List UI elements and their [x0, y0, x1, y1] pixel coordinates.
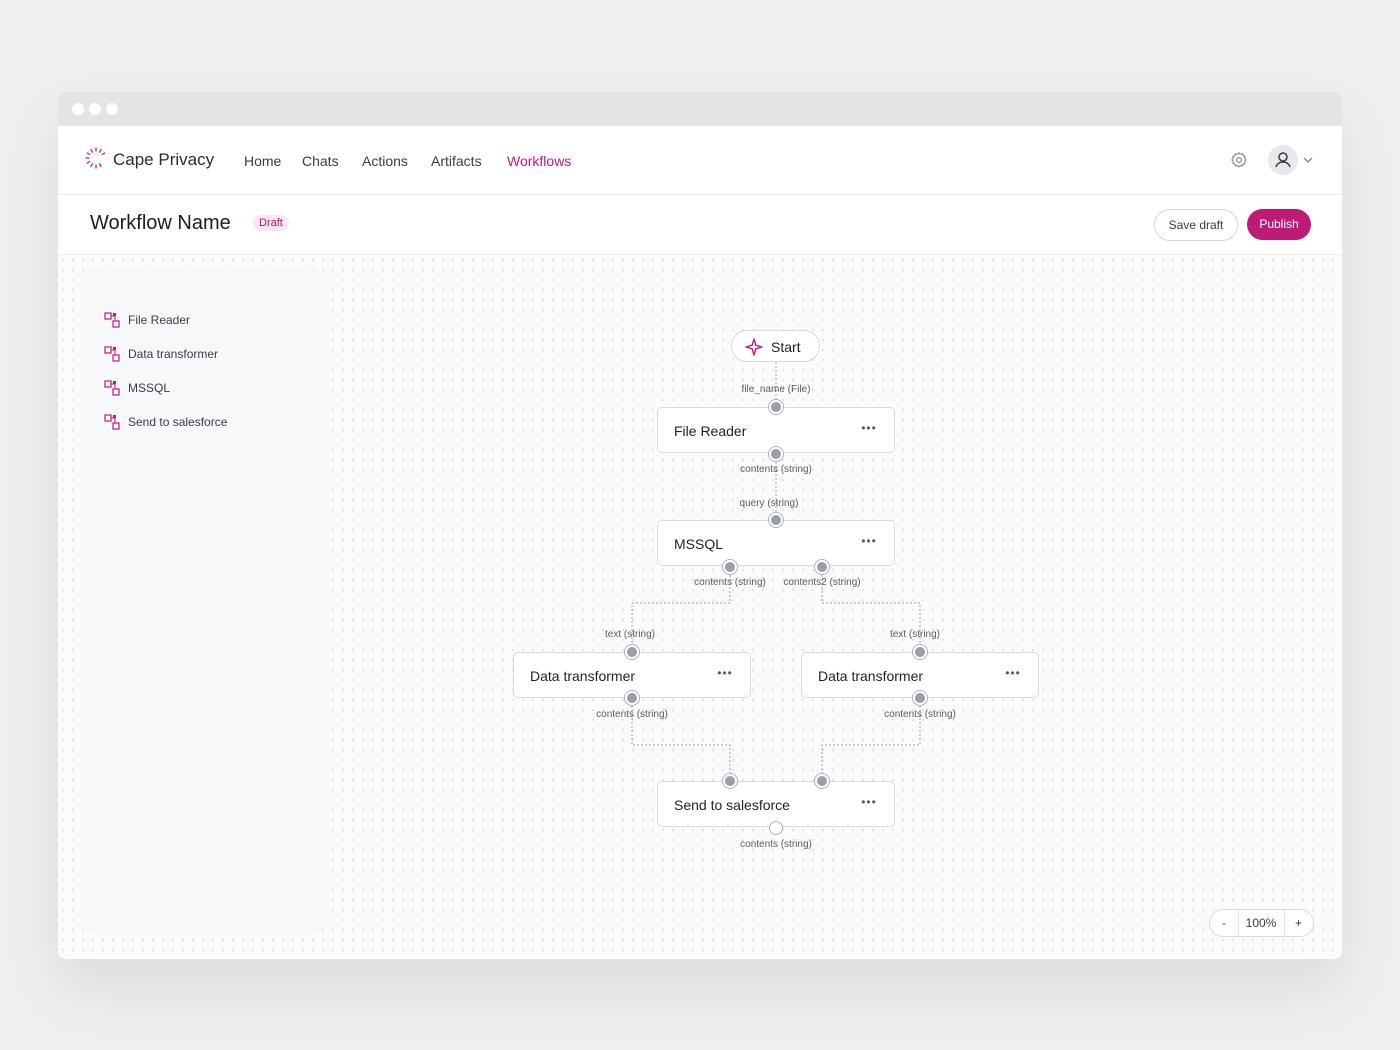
output-port[interactable]	[625, 691, 639, 705]
window-titlebar	[58, 92, 1342, 126]
input-port[interactable]	[769, 513, 783, 527]
nav-artifacts[interactable]: Artifacts	[431, 153, 482, 169]
more-options-icon[interactable]: •••	[860, 534, 878, 552]
window-dot-maximize[interactable]	[106, 103, 118, 115]
more-options-icon[interactable]: •••	[1004, 666, 1022, 684]
port-label-contents2: contents2 (string)	[783, 577, 861, 588]
zoom-in-button[interactable]: +	[1284, 910, 1313, 936]
output-port[interactable]	[723, 560, 737, 574]
start-node-label: Start	[771, 339, 801, 355]
app-window: Cape Privacy Home Chats Actions Artifact…	[58, 92, 1342, 959]
window-dot-close[interactable]	[72, 103, 84, 115]
save-draft-button[interactable]: Save draft	[1154, 209, 1238, 241]
input-port[interactable]	[913, 645, 927, 659]
port-label-contents: contents (string)	[740, 839, 812, 850]
window-dot-minimize[interactable]	[89, 103, 101, 115]
node-label: Send to salesforce	[674, 797, 790, 813]
input-port[interactable]	[625, 645, 639, 659]
port-label-contents: contents (string)	[596, 709, 668, 720]
sparkle-icon	[745, 338, 763, 356]
input-port[interactable]	[815, 774, 829, 788]
status-badge: Draft	[253, 215, 289, 231]
port-label-text: text (string)	[889, 629, 941, 640]
publish-button[interactable]: Publish	[1247, 209, 1311, 240]
zoom-level: 100%	[1238, 910, 1285, 936]
workflow-canvas[interactable]: File Reader Data transformer MSSQL Send …	[58, 255, 1342, 959]
port-label-contents: contents (string)	[694, 577, 766, 588]
top-navigation: Cape Privacy Home Chats Actions Artifact…	[58, 126, 1342, 195]
input-port[interactable]	[723, 774, 737, 788]
workflow-edges	[631, 362, 921, 781]
nav-chats[interactable]: Chats	[302, 153, 339, 169]
port-label-contents: contents (string)	[884, 709, 956, 720]
nav-workflows[interactable]: Workflows	[507, 153, 571, 169]
output-port[interactable]	[769, 447, 783, 461]
port-label-text: text (string)	[604, 629, 656, 640]
settings-gear-icon[interactable]	[1230, 151, 1248, 169]
start-node[interactable]: Start	[731, 330, 820, 362]
output-port-empty[interactable]	[769, 821, 783, 835]
port-label-query: query (string)	[739, 498, 799, 509]
user-icon	[1275, 152, 1291, 168]
more-options-icon[interactable]: •••	[716, 666, 734, 684]
more-options-icon[interactable]: •••	[860, 421, 878, 439]
brand-name[interactable]: Cape Privacy	[113, 150, 214, 170]
zoom-out-button[interactable]: -	[1210, 910, 1239, 936]
page-title: Workflow Name	[90, 212, 231, 234]
node-label: MSSQL	[674, 536, 724, 552]
page-header: Workflow Name Draft Save draft Publish	[58, 195, 1342, 255]
node-label: Data transformer	[530, 668, 636, 684]
nav-home[interactable]: Home	[244, 153, 281, 169]
nav-actions[interactable]: Actions	[362, 153, 408, 169]
node-label: File Reader	[674, 423, 747, 439]
node-label: Data transformer	[818, 668, 924, 684]
port-label-contents: contents (string)	[740, 464, 812, 475]
chevron-down-icon[interactable]	[1302, 155, 1314, 165]
output-port[interactable]	[815, 560, 829, 574]
more-options-icon[interactable]: •••	[860, 795, 878, 813]
output-port[interactable]	[913, 691, 927, 705]
input-port[interactable]	[769, 400, 783, 414]
user-avatar[interactable]	[1268, 145, 1298, 175]
zoom-control: - 100% +	[1209, 909, 1314, 937]
cape-logo-icon	[85, 147, 106, 169]
port-label-file-name: file_name (File)	[741, 384, 811, 395]
